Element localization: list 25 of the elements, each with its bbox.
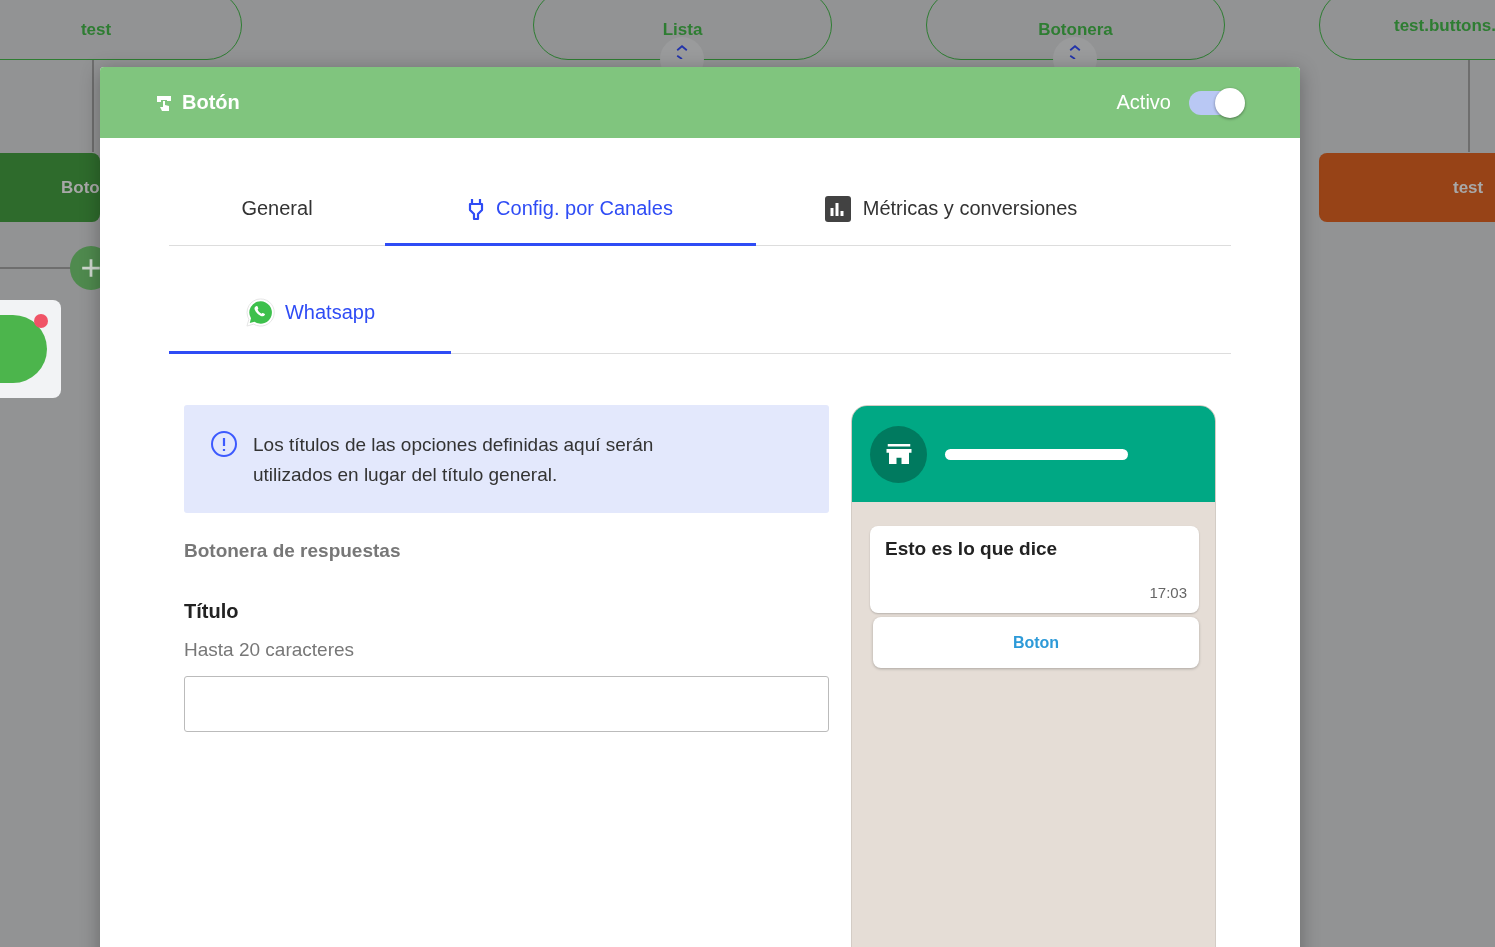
message-time: 17:03 xyxy=(1148,584,1187,601)
section-title: Botonera de respuestas xyxy=(184,540,402,562)
info-text: Los títulos de las opciones definidas aquí serán utilizados en lugar del título general. xyxy=(253,433,655,487)
tab[interactable]: General xyxy=(169,174,385,246)
reply-button[interactable]: Boton xyxy=(873,617,1199,668)
plug-icon xyxy=(468,196,485,221)
pointer-icon xyxy=(156,94,172,111)
whatsapp-icon xyxy=(244,297,276,328)
toggle-label: Activo xyxy=(1116,91,1171,114)
message-text: Esto es lo que dice xyxy=(885,538,1059,560)
dialog-title: Botón xyxy=(182,91,240,114)
channel-tab[interactable]: Whatsapp xyxy=(169,280,451,354)
plus-icon xyxy=(80,257,102,279)
field-hint: Hasta 20 caracteres xyxy=(184,639,356,661)
store-avatar-icon xyxy=(870,425,927,483)
flow-block[interactable]: test xyxy=(1319,153,1495,222)
tab[interactable]: Config. por Canales xyxy=(385,174,756,246)
active-switch[interactable] xyxy=(1189,90,1243,115)
chat-launcher[interactable] xyxy=(0,300,61,398)
bar-chart-icon xyxy=(824,195,851,222)
title-input[interactable] xyxy=(184,676,829,732)
tab[interactable]: Métricas y conversiones xyxy=(756,174,1146,246)
flow-block[interactable]: Boto xyxy=(0,153,100,222)
info-icon xyxy=(210,430,238,458)
field-label: Título xyxy=(184,600,240,623)
